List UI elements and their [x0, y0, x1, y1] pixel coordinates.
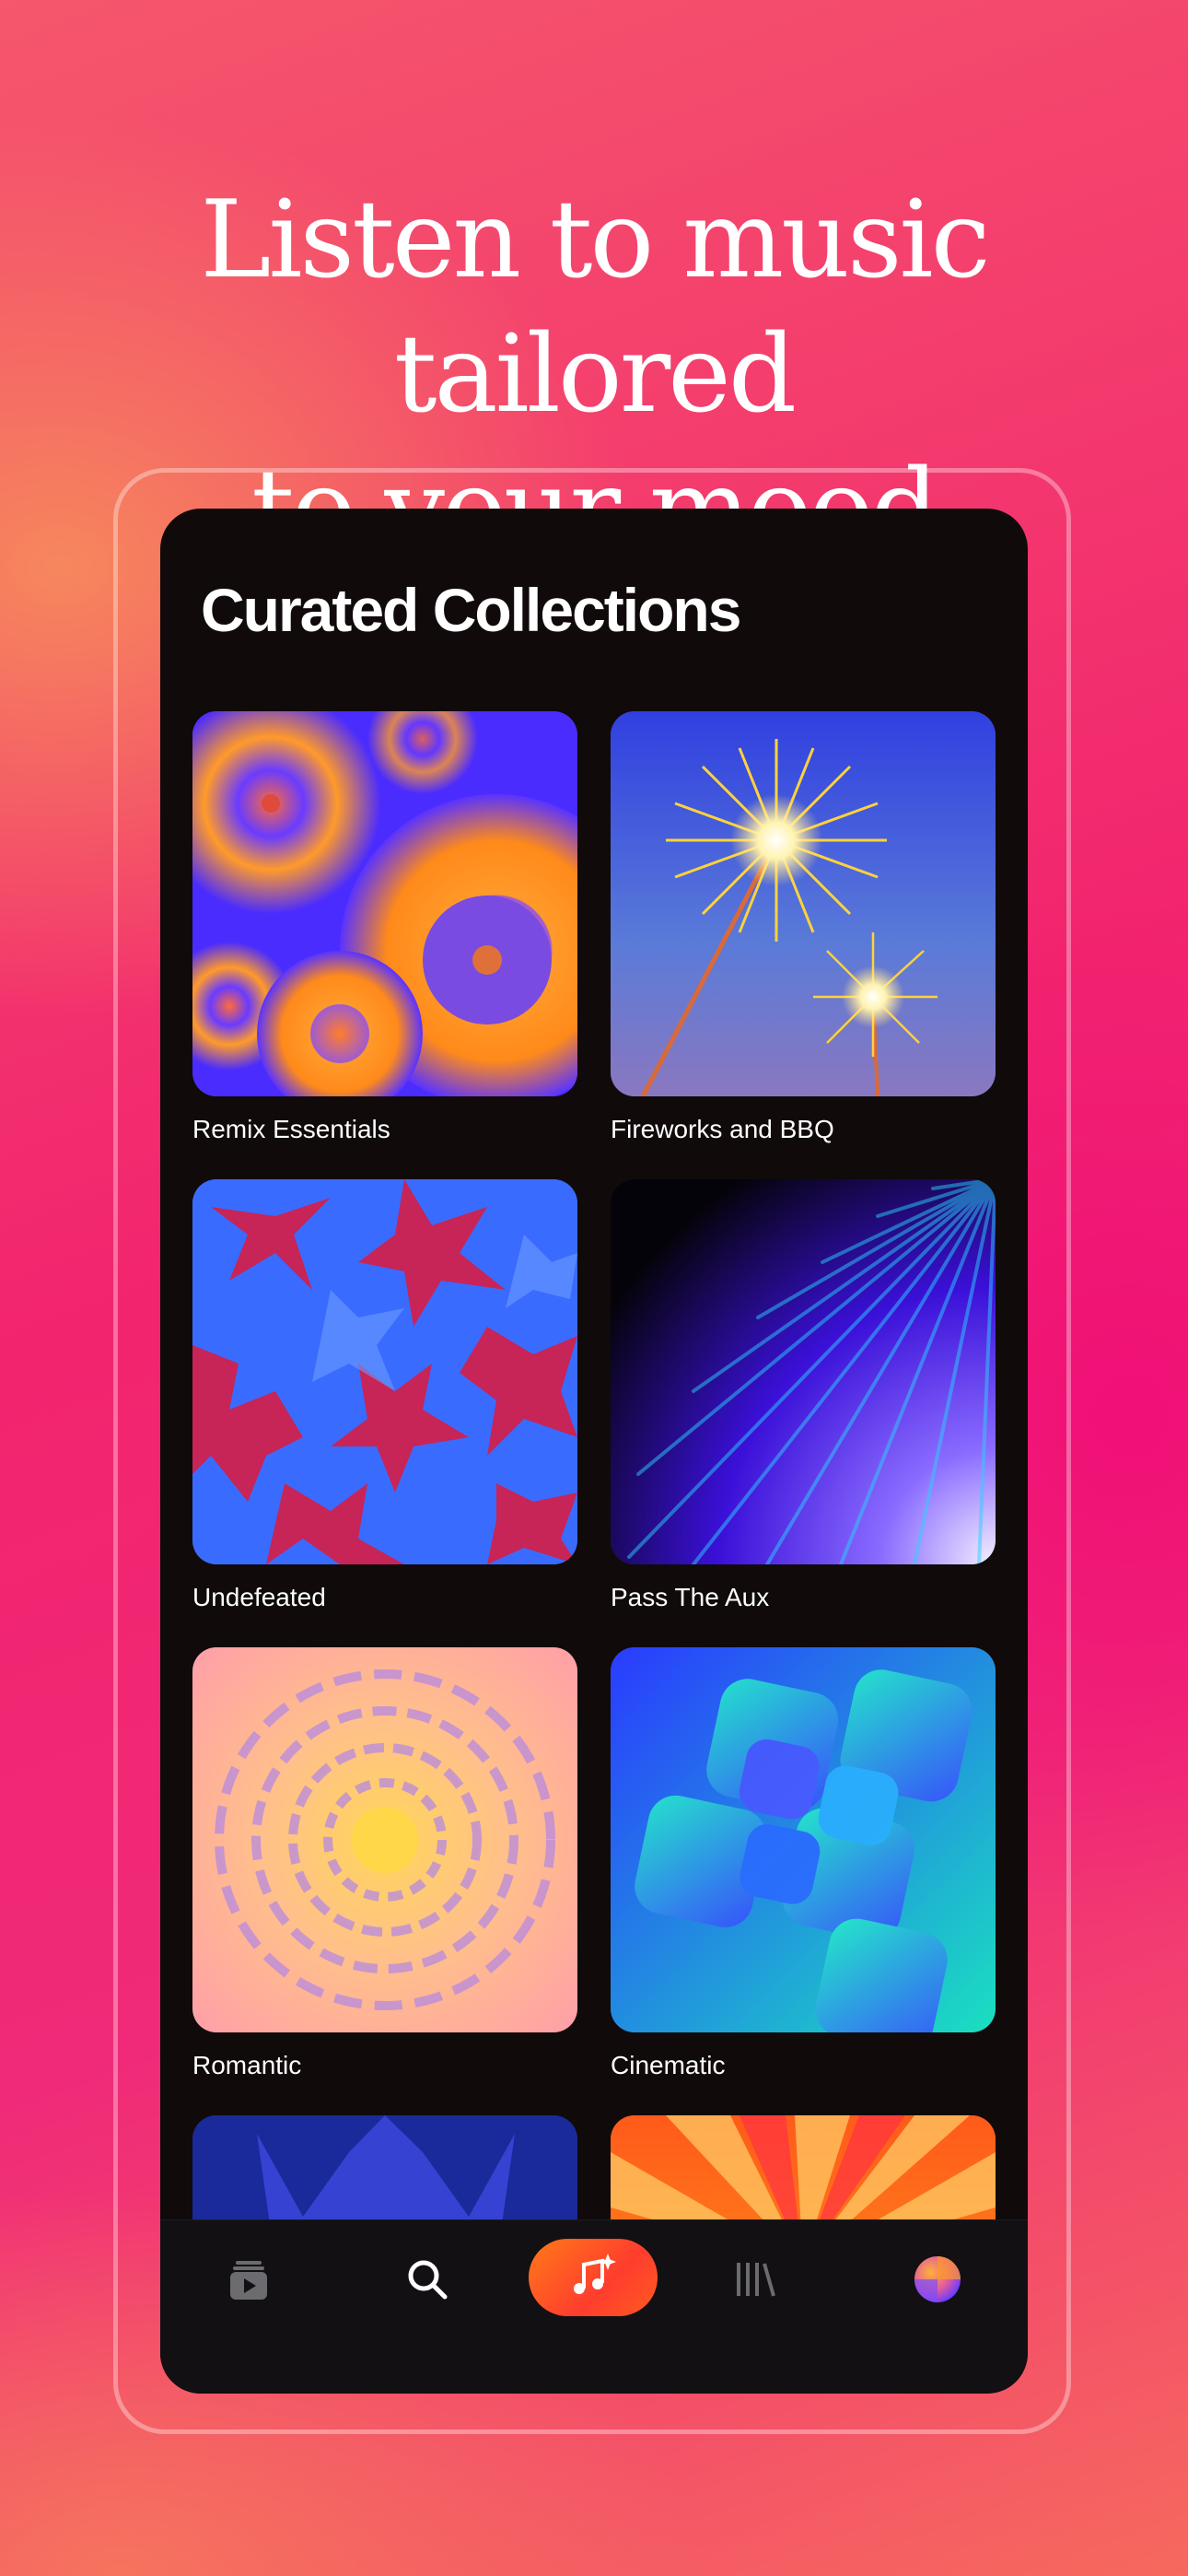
collection-card-cinematic[interactable]: Cinematic	[611, 1647, 996, 2115]
tab-bar	[160, 2219, 1028, 2394]
collection-artwork[interactable]	[611, 1647, 996, 2032]
collection-title: Pass The Aux	[611, 1583, 770, 1611]
collections-grid: Remix Essentials Fireworks and BBQ Undef…	[192, 711, 996, 2394]
collection-card-fireworks-and-bbq[interactable]: Fireworks and BBQ	[611, 711, 996, 1179]
library-icon	[735, 2261, 775, 2298]
ai-music-icon	[569, 2252, 617, 2303]
collection-title: Undefeated	[192, 1583, 326, 1611]
collection-card-undefeated[interactable]: Undefeated	[192, 1179, 577, 1647]
collection-title: Cinematic	[611, 2051, 726, 2079]
profile-avatar-icon	[914, 2255, 961, 2303]
collection-artwork[interactable]	[192, 711, 577, 1096]
tab-search[interactable]	[381, 2242, 473, 2316]
collection-artwork[interactable]	[611, 711, 996, 1096]
headline-line-1: Listen to music tailored	[200, 177, 990, 437]
tab-profile[interactable]	[891, 2242, 984, 2316]
search-icon	[406, 2258, 448, 2301]
now-playing-icon	[230, 2259, 267, 2300]
collection-title: Romantic	[192, 2051, 302, 2079]
collection-artwork[interactable]	[192, 1647, 577, 2032]
collection-title: Fireworks and BBQ	[611, 1115, 834, 1143]
collection-artwork[interactable]	[192, 1179, 577, 1564]
tab-library[interactable]	[709, 2242, 801, 2316]
collection-artwork[interactable]	[611, 1179, 996, 1564]
collection-title: Remix Essentials	[192, 1115, 390, 1143]
collection-card-pass-the-aux[interactable]: Pass The Aux	[611, 1179, 996, 1647]
collection-card-remix-essentials[interactable]: Remix Essentials	[192, 711, 577, 1179]
tab-ai-music[interactable]	[529, 2239, 658, 2316]
collection-card-romantic[interactable]: Romantic	[192, 1647, 577, 2115]
tab-now-playing[interactable]	[203, 2242, 295, 2316]
app-screen: Curated Collections Remix Essentials Fir…	[160, 509, 1028, 2394]
section-title: Curated Collections	[201, 576, 741, 644]
